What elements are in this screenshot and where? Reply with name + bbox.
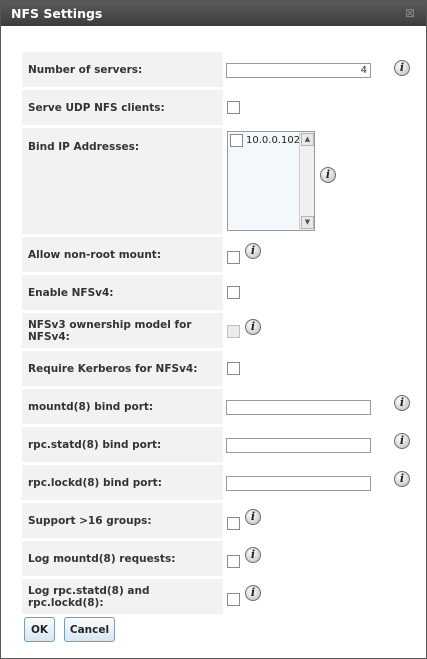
label-bind-ip: Bind IP Addresses: <box>22 128 223 234</box>
dialog-title: NFS Settings <box>11 6 103 21</box>
row-nfsv3-ownership: NFSv3 ownership model for NFSv4: i <box>22 313 418 348</box>
row-number-of-servers: Number of servers: 4 i <box>22 52 418 87</box>
log-statd-lockd-checkbox[interactable] <box>227 593 240 606</box>
row-log-statd-lockd: Log rpc.statd(8) and rpc.lockd(8): i <box>22 579 418 614</box>
label-allow-nonroot: Allow non-root mount: <box>22 237 223 272</box>
label-enable-nfsv4: Enable NFSv4: <box>22 275 223 310</box>
label-serve-udp: Serve UDP NFS clients: <box>22 90 223 125</box>
row-support-16-groups: Support >16 groups: i <box>22 503 418 538</box>
row-allow-nonroot: Allow non-root mount: i <box>22 237 418 272</box>
label-number-of-servers: Number of servers: <box>22 52 223 87</box>
label-lockd-port: rpc.lockd(8) bind port: <box>22 465 223 500</box>
bind-ip-item-checkbox[interactable] <box>230 134 243 147</box>
mountd-port-input[interactable] <box>226 400 371 415</box>
info-icon[interactable]: i <box>394 471 410 487</box>
info-icon[interactable]: i <box>394 395 410 411</box>
lockd-port-input[interactable] <box>226 476 371 491</box>
log-mountd-checkbox[interactable] <box>227 555 240 568</box>
label-log-statd-lockd: Log rpc.statd(8) and rpc.lockd(8): <box>22 579 223 614</box>
info-icon[interactable]: i <box>394 433 410 449</box>
info-icon[interactable]: i <box>245 585 261 601</box>
label-support-16-groups: Support >16 groups: <box>22 503 223 538</box>
list-item[interactable]: 10.0.0.102 <box>230 134 300 147</box>
cancel-button[interactable]: Cancel <box>64 617 115 642</box>
info-icon[interactable]: i <box>245 547 261 563</box>
listbox-scrollbar[interactable]: ▲ ▼ <box>299 132 314 230</box>
info-icon[interactable]: i <box>245 509 261 525</box>
statd-port-input[interactable] <box>226 438 371 453</box>
nfs-settings-dialog: NFS Settings ⊠ Number of servers: 4 i Se… <box>0 0 427 659</box>
row-require-kerberos: Require Kerberos for NFSv4: <box>22 351 418 386</box>
close-icon[interactable]: ⊠ <box>405 1 415 26</box>
settings-form: Number of servers: 4 i Serve UDP NFS cli… <box>22 52 418 617</box>
title-bar: NFS Settings ⊠ <box>1 1 426 26</box>
label-statd-port: rpc.statd(8) bind port: <box>22 427 223 462</box>
row-lockd-port: rpc.lockd(8) bind port: i <box>22 465 418 500</box>
scroll-down-icon[interactable]: ▼ <box>301 216 314 229</box>
info-icon[interactable]: i <box>245 319 261 335</box>
row-mountd-port: mountd(8) bind port: i <box>22 389 418 424</box>
nfsv3-ownership-checkbox <box>227 325 240 338</box>
info-icon[interactable]: i <box>245 243 261 259</box>
label-log-mountd: Log mountd(8) requests: <box>22 541 223 576</box>
button-bar: OK Cancel <box>24 617 115 642</box>
support-16-groups-checkbox[interactable] <box>227 517 240 530</box>
bind-ip-item-label: 10.0.0.102 <box>246 135 301 146</box>
label-nfsv3-ownership: NFSv3 ownership model for NFSv4: <box>22 313 223 348</box>
info-icon[interactable]: i <box>394 60 410 76</box>
allow-nonroot-checkbox[interactable] <box>227 251 240 264</box>
scroll-up-icon[interactable]: ▲ <box>301 133 314 146</box>
enable-nfsv4-checkbox[interactable] <box>227 286 240 299</box>
serve-udp-checkbox[interactable] <box>227 101 240 114</box>
info-icon[interactable]: i <box>320 167 336 183</box>
row-statd-port: rpc.statd(8) bind port: i <box>22 427 418 462</box>
require-kerberos-checkbox[interactable] <box>227 362 240 375</box>
number-of-servers-input[interactable]: 4 <box>226 63 371 78</box>
row-log-mountd: Log mountd(8) requests: i <box>22 541 418 576</box>
label-require-kerberos: Require Kerberos for NFSv4: <box>22 351 223 386</box>
label-mountd-port: mountd(8) bind port: <box>22 389 223 424</box>
bind-ip-listbox[interactable]: 10.0.0.102 ▲ ▼ <box>227 131 315 231</box>
row-serve-udp: Serve UDP NFS clients: <box>22 90 418 125</box>
row-enable-nfsv4: Enable NFSv4: <box>22 275 418 310</box>
row-bind-ip: Bind IP Addresses: 10.0.0.102 ▲ ▼ i <box>22 128 418 234</box>
ok-button[interactable]: OK <box>24 617 55 642</box>
